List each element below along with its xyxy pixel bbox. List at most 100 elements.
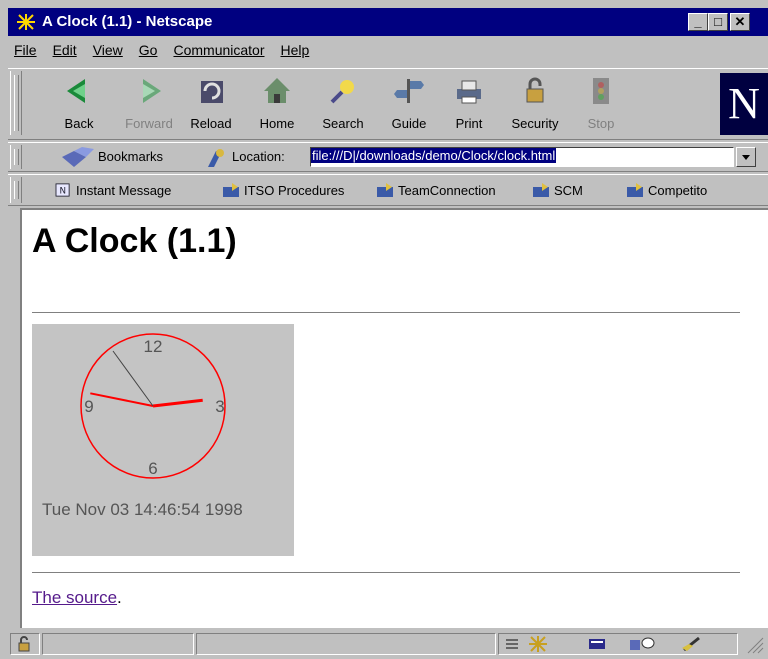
print-button[interactable]: Print: [438, 75, 500, 131]
reload-label: Reload: [190, 116, 232, 131]
window-title: A Clock (1.1) - Netscape: [42, 13, 213, 30]
folder-icon: [377, 183, 393, 197]
minimize-button[interactable]: _: [688, 13, 708, 31]
print-icon: [457, 80, 481, 104]
svg-text:N: N: [60, 187, 67, 197]
guide-button[interactable]: Guide: [378, 75, 440, 131]
forward-button[interactable]: Forward: [118, 75, 180, 131]
location-label: Location:: [232, 149, 285, 164]
security-button[interactable]: Security: [504, 75, 566, 131]
teamconnection-label: TeamConnection: [398, 183, 496, 198]
clock-numeral-6: 6: [148, 459, 157, 478]
browser-window: A Clock (1.1) - Netscape _ □ ✕ File Edit V…: [0, 0, 768, 659]
personal-toolbar: N Instant Message ITSO Procedures TeamCon…: [8, 174, 768, 206]
mailbox-icon[interactable]: [587, 636, 607, 652]
teamconnection-folder[interactable]: TeamConnection: [376, 183, 496, 198]
guide-icon: [394, 79, 424, 103]
home-button[interactable]: Home: [246, 75, 308, 131]
clock-numeral-9: 9: [84, 397, 93, 416]
security-lock-icon: [526, 77, 544, 103]
menu-file[interactable]: File: [8, 38, 43, 60]
back-label: Back: [64, 116, 94, 131]
resize-grip-icon[interactable]: [746, 636, 764, 654]
print-label: Print: [455, 116, 483, 131]
folder-icon: [627, 183, 643, 197]
itso-procedures-folder[interactable]: ITSO Procedures: [222, 183, 344, 198]
search-icon: [330, 80, 354, 104]
location-url-text: file:///D|/downloads/demo/Clock/clock.ht…: [311, 148, 557, 163]
menu-bar: File Edit View Go Communicator Help: [8, 38, 768, 64]
instant-message-icon: N: [55, 183, 70, 197]
itso-procedures-label: ITSO Procedures: [244, 183, 345, 198]
security-status-icon: [18, 636, 30, 652]
menu-edit[interactable]: Edit: [47, 38, 83, 60]
navigation-toolbar: Back Forward Reload Home Search Guide Pr…: [8, 68, 768, 140]
title-bar[interactable]: A Clock (1.1) - Netscape _ □ ✕: [8, 8, 768, 36]
second-hand: [112, 350, 154, 407]
status-bar: [8, 630, 768, 659]
close-button[interactable]: ✕: [730, 13, 750, 31]
security-label: Security: [511, 116, 559, 131]
folder-icon: [223, 183, 239, 197]
menu-help[interactable]: Help: [275, 38, 316, 60]
clock-numeral-12: 12: [144, 337, 163, 356]
guide-label: Guide: [391, 116, 427, 131]
search-label: Search: [322, 116, 364, 131]
netscape-logo[interactable]: N: [720, 73, 768, 135]
forward-label: Forward: [125, 116, 173, 131]
maximize-button[interactable]: □: [708, 13, 728, 31]
bookmarks-icon: [62, 147, 94, 167]
source-link[interactable]: The source: [32, 588, 117, 607]
page-heading: A Clock (1.1): [32, 222, 237, 260]
component-bar-grip-icon[interactable]: [505, 637, 519, 651]
forward-arrow-icon: [143, 79, 161, 103]
clock-date-text: Tue Nov 03 14:46:54 1998: [42, 500, 243, 519]
competito-label: Competito: [648, 183, 708, 198]
netscape-logo-letter: N: [728, 79, 760, 128]
component-bar: [498, 633, 738, 655]
status-text-field: [196, 633, 496, 655]
back-arrow-icon: [67, 79, 85, 103]
security-status-field[interactable]: [10, 633, 40, 655]
discussion-icon[interactable]: [629, 636, 655, 652]
home-label: Home: [259, 116, 295, 131]
scm-folder[interactable]: SCM: [532, 183, 583, 198]
competito-folder[interactable]: Competito: [626, 183, 707, 198]
reload-button[interactable]: Reload: [180, 75, 242, 131]
location-toolbar: Bookmarks Location: file:///D|/downloads…: [8, 142, 768, 172]
toolbar-grip[interactable]: [10, 71, 22, 135]
page-proxy-icon[interactable]: [206, 147, 228, 169]
home-icon: [264, 78, 290, 103]
composer-icon[interactable]: [681, 636, 703, 652]
scm-label: SCM: [554, 183, 583, 198]
menu-communicator[interactable]: Communicator: [167, 38, 270, 60]
clock-applet: 12 3 6 9 Tue Nov 03 14:46:54 1998: [32, 324, 294, 556]
location-input[interactable]: file:///D|/downloads/demo/Clock/clock.ht…: [310, 147, 734, 167]
navigator-icon[interactable]: [529, 636, 547, 652]
hour-hand: [152, 398, 203, 408]
horizontal-rule-bottom: [32, 572, 740, 574]
bookmarks-button[interactable]: Bookmarks: [98, 149, 163, 164]
location-grip[interactable]: [10, 145, 22, 169]
maximize-icon: □: [714, 14, 722, 29]
close-icon: ✕: [734, 14, 746, 29]
search-button[interactable]: Search: [312, 75, 374, 131]
source-suffix: .: [117, 588, 122, 607]
progress-field: [42, 633, 194, 655]
netscape-window-icon: [16, 13, 36, 31]
instant-message-label: Instant Message: [76, 183, 172, 198]
location-dropdown-button[interactable]: [736, 147, 756, 167]
folder-icon: [533, 183, 549, 197]
personal-grip[interactable]: [10, 177, 22, 203]
page-content[interactable]: A Clock (1.1) 12 3 6 9 Tue Nov 03 14:46:…: [20, 208, 768, 628]
back-button[interactable]: Back: [48, 75, 110, 131]
reload-icon: [201, 81, 223, 103]
clock-numeral-3: 3: [215, 397, 224, 416]
source-line: The source.: [32, 588, 122, 608]
stop-button[interactable]: Stop: [570, 75, 632, 131]
minute-hand: [90, 392, 154, 407]
stop-label: Stop: [587, 116, 615, 131]
instant-message-button[interactable]: N Instant Message: [54, 183, 171, 198]
menu-go[interactable]: Go: [133, 38, 164, 60]
menu-view[interactable]: View: [87, 38, 129, 60]
